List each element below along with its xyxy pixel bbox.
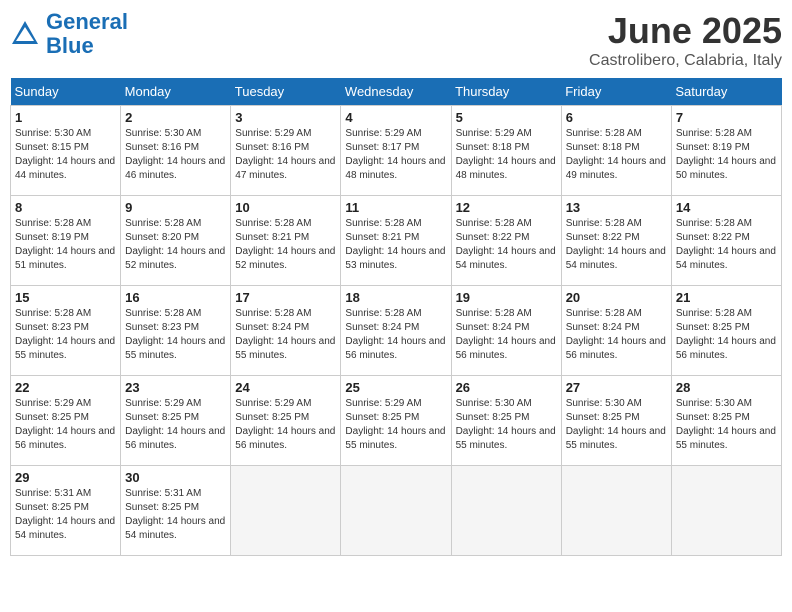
- empty-cell-1: [231, 466, 341, 556]
- day-12: 12 Sunrise: 5:28 AMSunset: 8:22 PMDaylig…: [451, 196, 561, 286]
- week-row-3: 15 Sunrise: 5:28 AMSunset: 8:23 PMDaylig…: [11, 286, 782, 376]
- day-3: 3 Sunrise: 5:29 AMSunset: 8:16 PMDayligh…: [231, 106, 341, 196]
- calendar-subtitle: Castrolibero, Calabria, Italy: [589, 52, 782, 70]
- empty-cell-2: [341, 466, 451, 556]
- day-6: 6 Sunrise: 5:28 AMSunset: 8:18 PMDayligh…: [561, 106, 671, 196]
- day-4: 4 Sunrise: 5:29 AMSunset: 8:17 PMDayligh…: [341, 106, 451, 196]
- day-24: 24 Sunrise: 5:29 AMSunset: 8:25 PMDaylig…: [231, 376, 341, 466]
- week-row-2: 8 Sunrise: 5:28 AMSunset: 8:19 PMDayligh…: [11, 196, 782, 286]
- day-2: 2 Sunrise: 5:30 AMSunset: 8:16 PMDayligh…: [121, 106, 231, 196]
- day-17: 17 Sunrise: 5:28 AMSunset: 8:24 PMDaylig…: [231, 286, 341, 376]
- week-row-4: 22 Sunrise: 5:29 AMSunset: 8:25 PMDaylig…: [11, 376, 782, 466]
- day-8: 8 Sunrise: 5:28 AMSunset: 8:19 PMDayligh…: [11, 196, 121, 286]
- week-row-5: 29 Sunrise: 5:31 AMSunset: 8:25 PMDaylig…: [11, 466, 782, 556]
- day-25: 25 Sunrise: 5:29 AMSunset: 8:25 PMDaylig…: [341, 376, 451, 466]
- day-26: 26 Sunrise: 5:30 AMSunset: 8:25 PMDaylig…: [451, 376, 561, 466]
- day-30: 30 Sunrise: 5:31 AMSunset: 8:25 PMDaylig…: [121, 466, 231, 556]
- title-block: June 2025 Castrolibero, Calabria, Italy: [589, 10, 782, 70]
- day-28: 28 Sunrise: 5:30 AMSunset: 8:25 PMDaylig…: [671, 376, 781, 466]
- logo-text: General Blue: [46, 10, 128, 58]
- empty-cell-4: [561, 466, 671, 556]
- header-friday: Friday: [561, 78, 671, 106]
- logo-icon: [10, 19, 40, 49]
- day-16: 16 Sunrise: 5:28 AMSunset: 8:23 PMDaylig…: [121, 286, 231, 376]
- day-19: 19 Sunrise: 5:28 AMSunset: 8:24 PMDaylig…: [451, 286, 561, 376]
- day-11: 11 Sunrise: 5:28 AMSunset: 8:21 PMDaylig…: [341, 196, 451, 286]
- header-thursday: Thursday: [451, 78, 561, 106]
- week-row-1: 1 Sunrise: 5:30 AMSunset: 8:15 PMDayligh…: [11, 106, 782, 196]
- day-1: 1 Sunrise: 5:30 AMSunset: 8:15 PMDayligh…: [11, 106, 121, 196]
- page-container: General Blue June 2025 Castrolibero, Cal…: [10, 10, 782, 556]
- weekday-header-row: Sunday Monday Tuesday Wednesday Thursday…: [11, 78, 782, 106]
- day-20: 20 Sunrise: 5:28 AMSunset: 8:24 PMDaylig…: [561, 286, 671, 376]
- day-15: 15 Sunrise: 5:28 AMSunset: 8:23 PMDaylig…: [11, 286, 121, 376]
- header-tuesday: Tuesday: [231, 78, 341, 106]
- header-monday: Monday: [121, 78, 231, 106]
- header: General Blue June 2025 Castrolibero, Cal…: [10, 10, 782, 70]
- empty-cell-3: [451, 466, 561, 556]
- header-sunday: Sunday: [11, 78, 121, 106]
- header-wednesday: Wednesday: [341, 78, 451, 106]
- day-21: 21 Sunrise: 5:28 AMSunset: 8:25 PMDaylig…: [671, 286, 781, 376]
- header-saturday: Saturday: [671, 78, 781, 106]
- day-13: 13 Sunrise: 5:28 AMSunset: 8:22 PMDaylig…: [561, 196, 671, 286]
- day-18: 18 Sunrise: 5:28 AMSunset: 8:24 PMDaylig…: [341, 286, 451, 376]
- logo: General Blue: [10, 10, 128, 58]
- day-7: 7 Sunrise: 5:28 AMSunset: 8:19 PMDayligh…: [671, 106, 781, 196]
- calendar-title: June 2025: [589, 10, 782, 52]
- day-27: 27 Sunrise: 5:30 AMSunset: 8:25 PMDaylig…: [561, 376, 671, 466]
- day-14: 14 Sunrise: 5:28 AMSunset: 8:22 PMDaylig…: [671, 196, 781, 286]
- day-5: 5 Sunrise: 5:29 AMSunset: 8:18 PMDayligh…: [451, 106, 561, 196]
- day-22: 22 Sunrise: 5:29 AMSunset: 8:25 PMDaylig…: [11, 376, 121, 466]
- calendar-table: Sunday Monday Tuesday Wednesday Thursday…: [10, 78, 782, 556]
- day-10: 10 Sunrise: 5:28 AMSunset: 8:21 PMDaylig…: [231, 196, 341, 286]
- empty-cell-5: [671, 466, 781, 556]
- day-23: 23 Sunrise: 5:29 AMSunset: 8:25 PMDaylig…: [121, 376, 231, 466]
- day-29: 29 Sunrise: 5:31 AMSunset: 8:25 PMDaylig…: [11, 466, 121, 556]
- day-9: 9 Sunrise: 5:28 AMSunset: 8:20 PMDayligh…: [121, 196, 231, 286]
